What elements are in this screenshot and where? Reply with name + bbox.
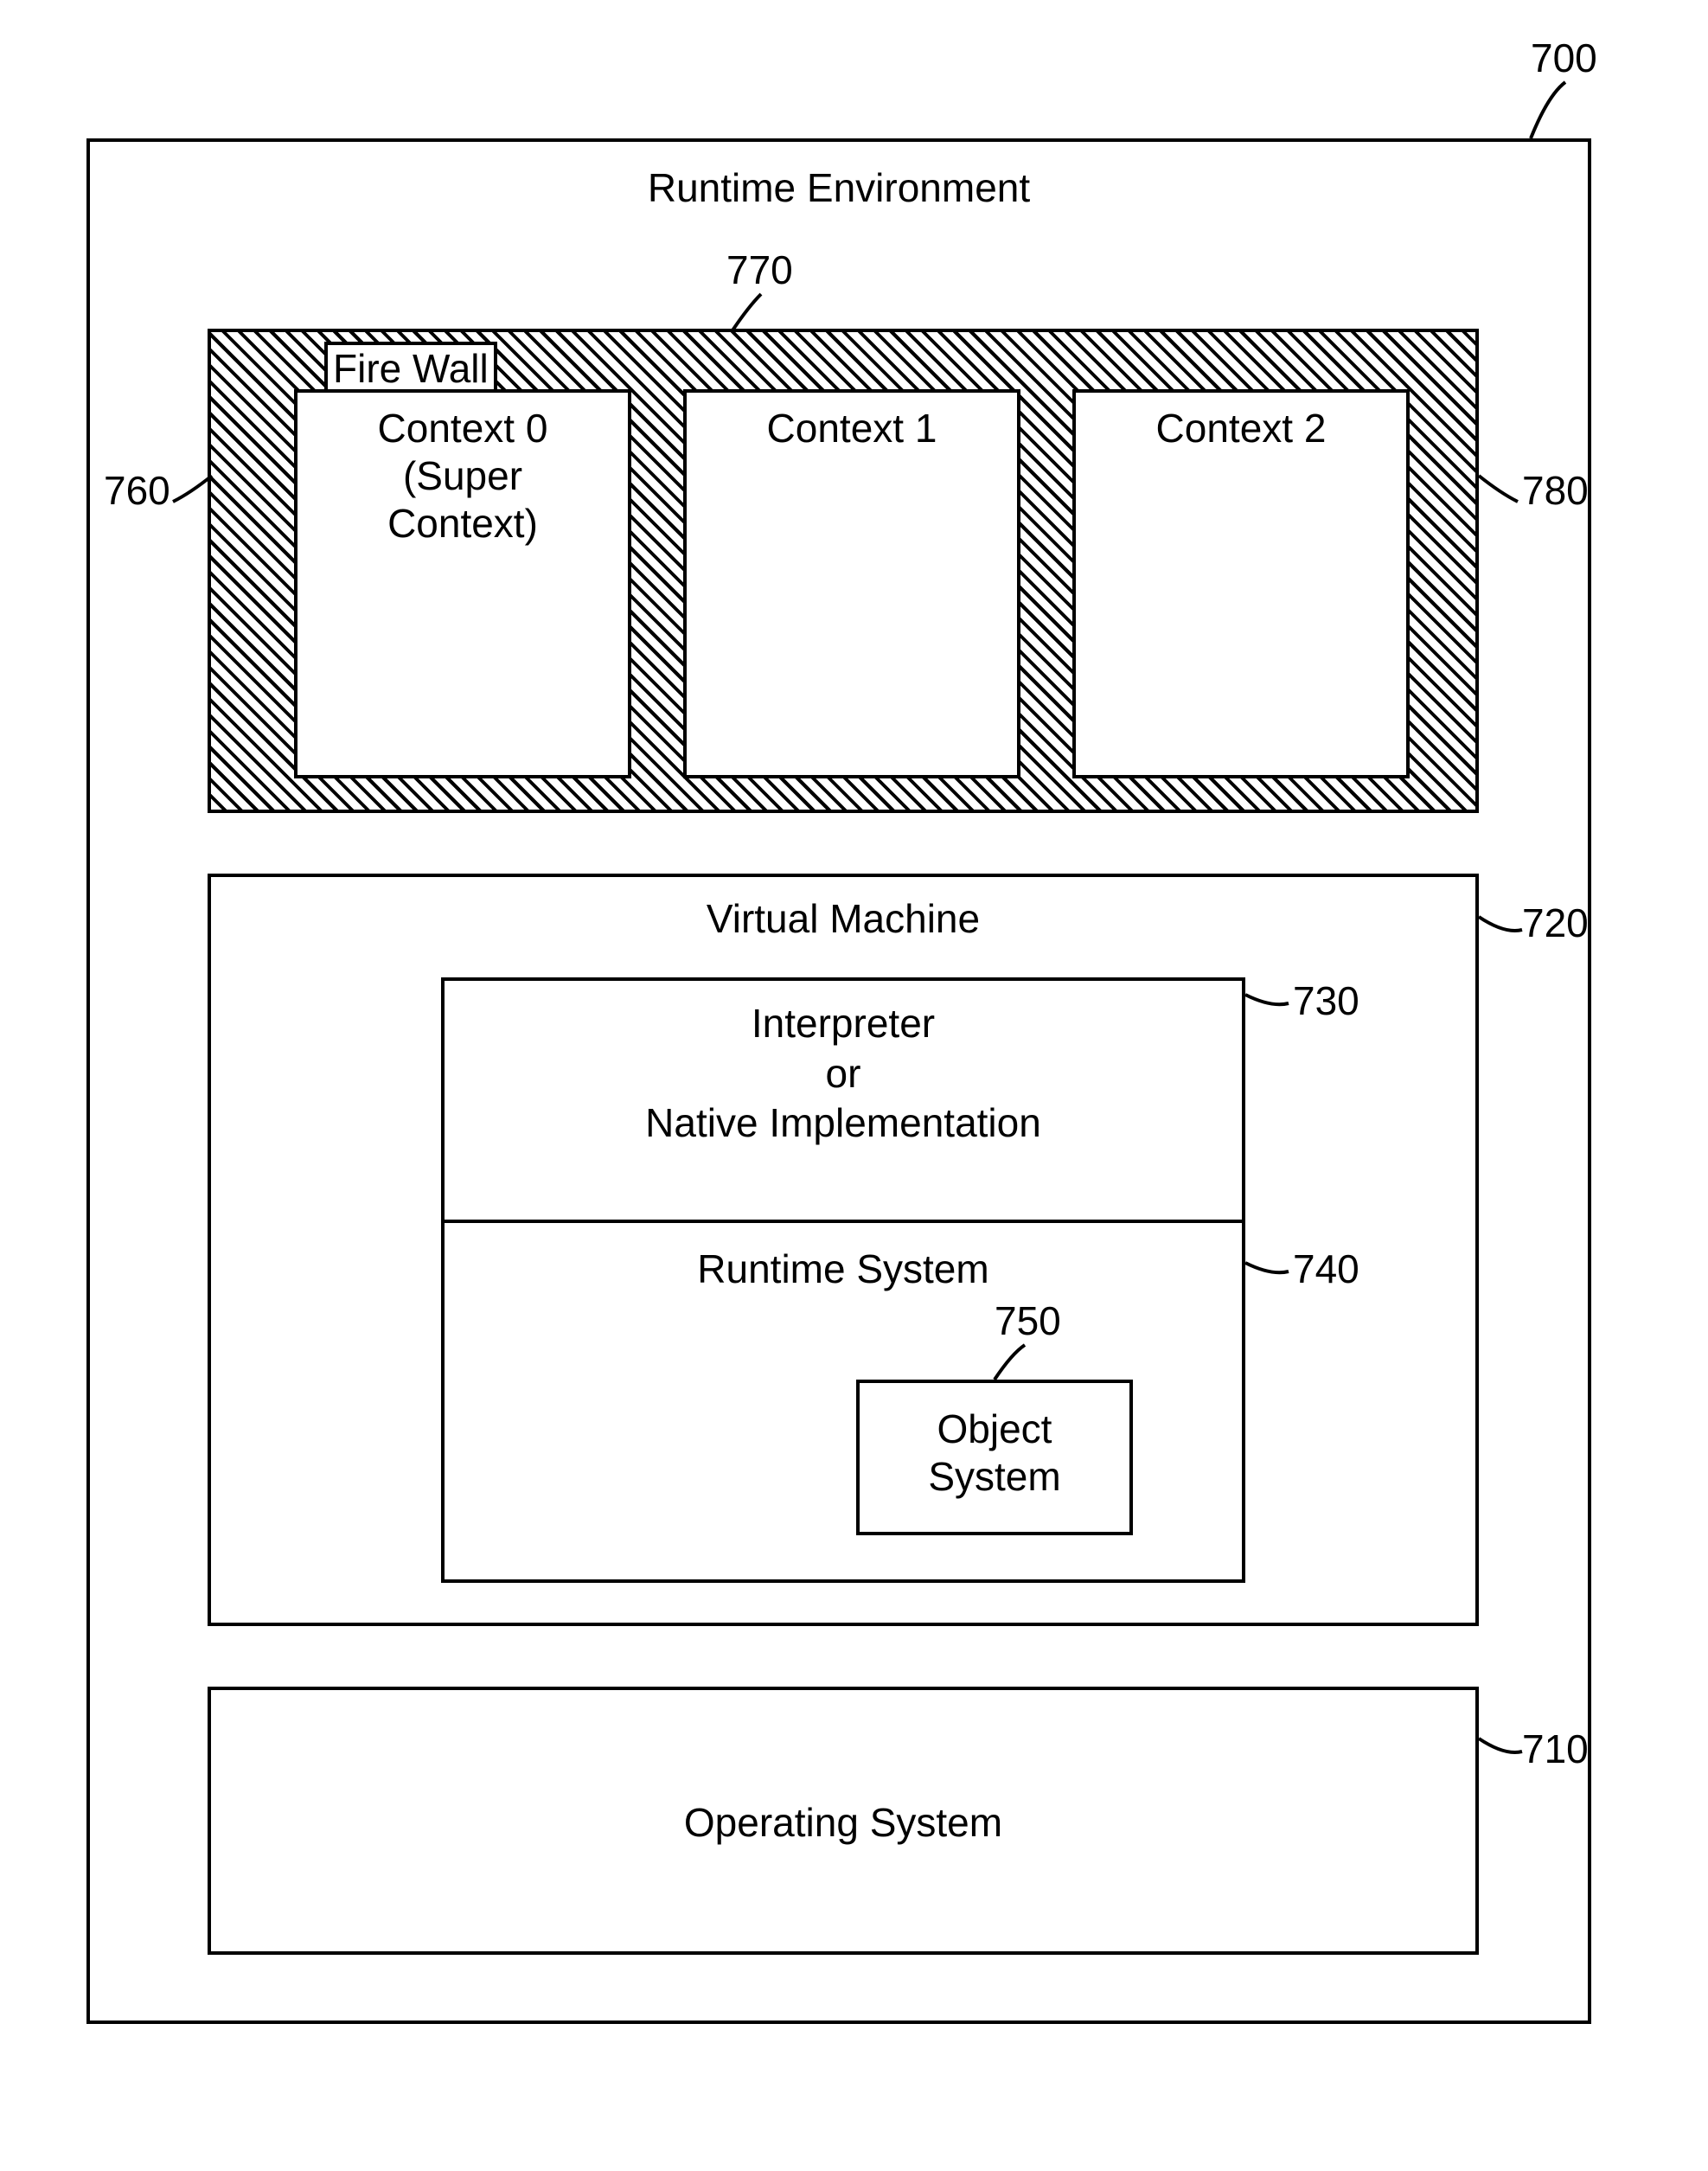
leader-780: [1470, 467, 1522, 519]
ref-720: 720: [1522, 900, 1589, 946]
context-2-line1: Context 2: [1076, 405, 1406, 452]
context-2-box: Context 2: [1072, 389, 1410, 778]
object-system-l1: Object: [856, 1406, 1133, 1453]
ref-730: 730: [1293, 977, 1359, 1024]
firewall-label-strip: Fire Wall: [324, 342, 497, 392]
ref-780: 780: [1522, 467, 1589, 514]
ref-770: 770: [726, 247, 793, 293]
interpreter-l3: Native Implementation: [441, 1098, 1245, 1149]
interpreter-l1: Interpreter: [441, 999, 1245, 1049]
object-system-l2: System: [856, 1453, 1133, 1501]
operating-system-title: Operating System: [208, 1799, 1479, 1846]
object-system-text: Object System: [856, 1406, 1133, 1501]
context-0-line1: Context 0: [297, 405, 628, 452]
ref-710: 710: [1522, 1726, 1589, 1772]
leader-710: [1475, 1730, 1526, 1773]
vm-inner-divider: [441, 1220, 1245, 1223]
interpreter-l2: or: [441, 1049, 1245, 1099]
diagram-canvas: 700 Runtime Environment 770 Fire Wall Co…: [35, 35, 1673, 2136]
leader-700: [1513, 78, 1583, 147]
context-1-box: Context 1: [683, 389, 1020, 778]
virtual-machine-title: Virtual Machine: [208, 895, 1479, 942]
runtime-system-title: Runtime System: [441, 1246, 1245, 1292]
runtime-environment-title: Runtime Environment: [86, 164, 1591, 211]
context-0-line2: (Super: [297, 452, 628, 500]
ref-750: 750: [995, 1297, 1061, 1344]
leader-750: [986, 1341, 1038, 1384]
context-0-box: Context 0 (Super Context): [294, 389, 631, 778]
context-1-line1: Context 1: [687, 405, 1017, 452]
firewall-label: Fire Wall: [333, 345, 489, 392]
interpreter-block: Interpreter or Native Implementation: [441, 999, 1245, 1149]
context-0-line3: Context): [297, 500, 628, 548]
leader-760: [169, 467, 221, 519]
ref-740: 740: [1293, 1246, 1359, 1292]
leader-730: [1241, 982, 1293, 1025]
leader-720: [1475, 908, 1526, 951]
ref-760: 760: [104, 467, 170, 514]
leader-740: [1241, 1250, 1293, 1293]
ref-700: 700: [1531, 35, 1597, 81]
